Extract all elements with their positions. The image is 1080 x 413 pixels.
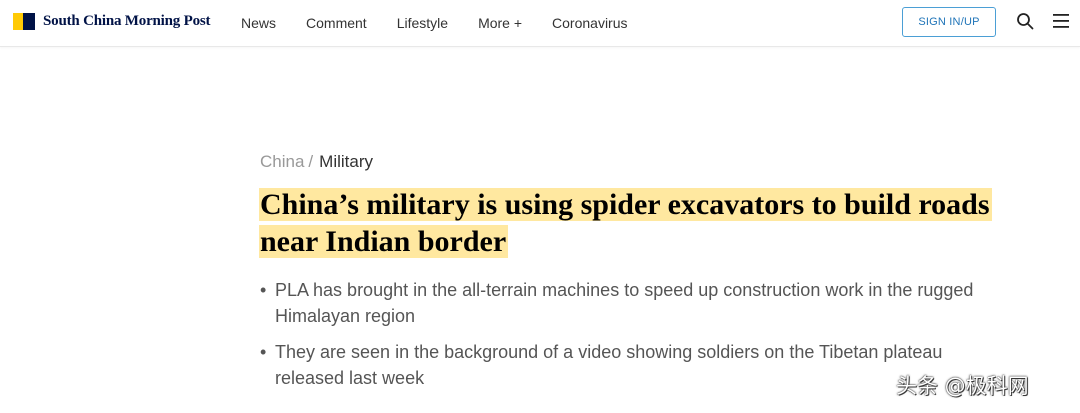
nav-item-lifestyle[interactable]: Lifestyle: [397, 15, 448, 31]
watermark: 头条 @极科网: [896, 374, 1029, 398]
article-headline: China’s military is using spider excavat…: [259, 186, 999, 260]
bullet-icon: •: [260, 342, 267, 362]
nav-item-more[interactable]: More +: [478, 15, 522, 31]
site-header: South China Morning Post News Comment Li…: [0, 0, 1080, 47]
logo-wordmark: South China Morning Post: [43, 13, 211, 29]
summary-text: They are seen in the background of a vid…: [275, 342, 943, 388]
hamburger-menu-icon[interactable]: [1052, 13, 1070, 29]
logo-mark: [13, 13, 35, 30]
breadcrumb: China / Military: [260, 152, 373, 172]
search-icon[interactable]: [1016, 12, 1034, 30]
summary-item: • They are seen in the background of a vi…: [260, 339, 1000, 391]
article-summary: • PLA has brought in the all-terrain mach…: [260, 277, 1000, 401]
summary-text: PLA has brought in the all-terrain machi…: [275, 280, 974, 326]
main-nav: News Comment Lifestyle More + Coronaviru…: [241, 0, 658, 46]
nav-item-comment[interactable]: Comment: [306, 15, 367, 31]
sign-in-button[interactable]: SIGN IN/UP: [902, 7, 996, 37]
breadcrumb-military[interactable]: Military: [319, 152, 373, 171]
site-logo[interactable]: South China Morning Post: [13, 13, 211, 30]
bullet-icon: •: [260, 280, 267, 300]
breadcrumb-china[interactable]: China: [260, 152, 304, 171]
nav-item-news[interactable]: News: [241, 15, 276, 31]
headline-text: China’s military is using spider excavat…: [259, 188, 992, 258]
breadcrumb-separator: /: [308, 152, 314, 171]
nav-item-coronavirus[interactable]: Coronavirus: [552, 15, 627, 31]
summary-item: • PLA has brought in the all-terrain mach…: [260, 277, 1000, 329]
